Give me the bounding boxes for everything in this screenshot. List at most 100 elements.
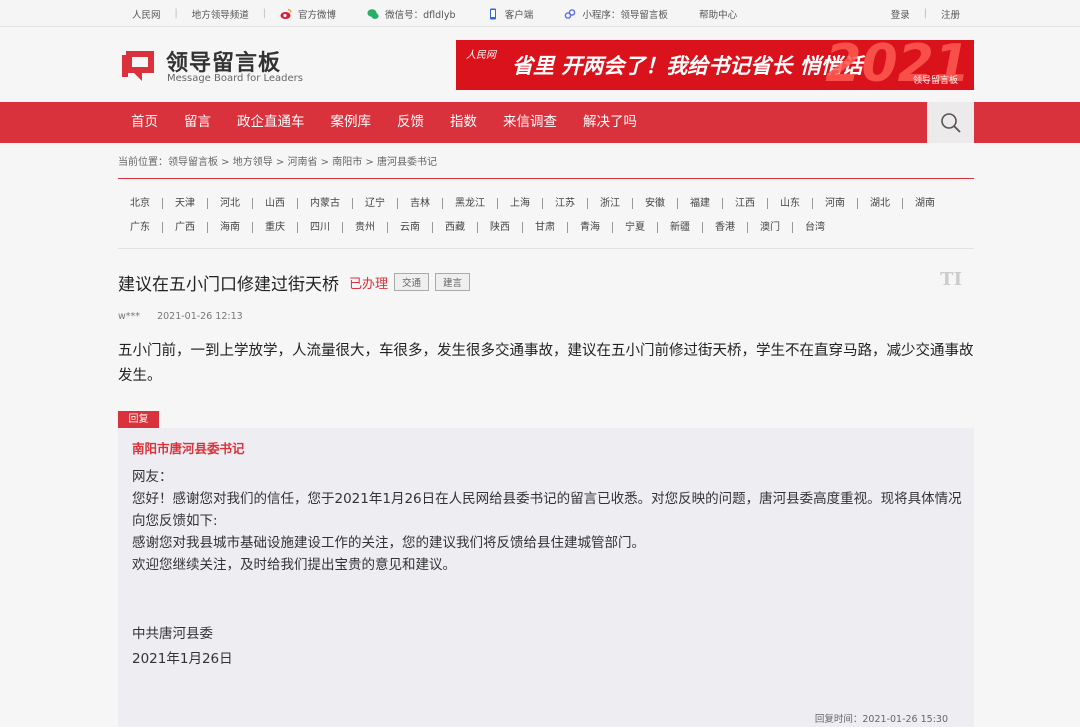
region-item[interactable]: 河南: [812, 197, 857, 209]
message-body: 五小门前，一到上学放学，人流量很大，车很多，发生很多交通事故，建议在五小门前修过…: [118, 343, 974, 384]
message-meta: w*** 2021-01-26 12:13: [118, 311, 243, 322]
region-item[interactable]: 香港: [702, 221, 747, 233]
main-nav: 首页 留言 政企直通车 案例库 反馈 指数 来信调查 解决了吗: [0, 102, 1080, 143]
region-item[interactable]: 陕西: [477, 221, 522, 233]
region-item[interactable]: 湖南: [902, 197, 947, 209]
login-link[interactable]: 登录: [891, 7, 910, 21]
reply-signature: 中共唐河县委 2021年1月26日: [132, 622, 233, 672]
region-item[interactable]: 新疆: [657, 221, 702, 233]
post-time: 2021-01-26 12:13: [157, 311, 243, 322]
region-item[interactable]: 福建: [677, 197, 722, 209]
banner-source: 人民网: [466, 50, 496, 61]
region-item[interactable]: 山东: [767, 197, 812, 209]
message-title: 建议在五小门口修建过街天桥: [118, 274, 339, 295]
type-tag[interactable]: 建言: [435, 273, 471, 291]
wechat-icon: [367, 8, 379, 19]
divider: |: [262, 8, 266, 19]
region-item[interactable]: 山西: [252, 197, 297, 209]
region-item[interactable]: 辽宁: [352, 197, 397, 209]
reply-line: 网友：: [132, 469, 173, 485]
region-item[interactable]: 重庆: [252, 221, 297, 233]
promo-banner[interactable]: 人民网 省里 开两会了！我给书记省长 悄悄话 2021 领导留言板: [456, 40, 974, 90]
link-wechat[interactable]: 微信号：dfldlyb: [385, 7, 455, 21]
breadcrumb[interactable]: 当前位置：领导留言板 > 地方领导 > 河南省 > 南阳市 > 唐河县委书记: [118, 153, 437, 168]
reply-from: 南阳市唐河县委书记: [132, 441, 245, 456]
region-item[interactable]: 吉林: [397, 197, 442, 209]
nav-item-enterprise[interactable]: 政企直通车: [224, 102, 318, 143]
reply-label: 回复: [118, 411, 159, 428]
region-item[interactable]: 西藏: [432, 221, 477, 233]
category-tag[interactable]: 交通: [394, 273, 430, 291]
region-item[interactable]: 上海: [497, 197, 542, 209]
top-bar-links: 人民网 | 地方领导频道 | 官方微博 | 微信号：dfldlyb | 客户端 …: [132, 0, 737, 27]
region-row: 广东 广西 海南 重庆 四川 贵州 云南 西藏 陕西 甘肃 青海 宁夏 新疆 香…: [118, 215, 974, 239]
reply-line: 欢迎您继续关注，及时给我们提出宝贵的意见和建议。: [132, 557, 456, 573]
link-help[interactable]: 帮助中心: [699, 7, 737, 21]
region-item[interactable]: 江苏: [542, 197, 587, 209]
link-weibo[interactable]: 官方微博: [298, 7, 336, 21]
register-link[interactable]: 注册: [941, 7, 960, 21]
logo-subtitle: Message Board for Leaders: [167, 73, 304, 84]
divider: |: [923, 8, 927, 19]
reply-box: 南阳市唐河县委书记 网友： 您好！感谢您对我们的信任，您于2021年1月26日在…: [118, 428, 974, 727]
top-bar: 人民网 | 地方领导频道 | 官方微博 | 微信号：dfldlyb | 客户端 …: [0, 0, 1080, 27]
region-item[interactable]: 浙江: [587, 197, 632, 209]
site-logo[interactable]: 领导留言板 Message Board for Leaders: [120, 45, 310, 87]
region-item[interactable]: 河北: [207, 197, 252, 209]
region-item[interactable]: 湖北: [857, 197, 902, 209]
reply-time: 回复时间：2021-01-26 15:30: [814, 714, 948, 725]
banner-brand: 领导留言板: [912, 76, 958, 86]
region-item[interactable]: 四川: [297, 221, 342, 233]
link-local-leaders[interactable]: 地方领导频道: [192, 7, 249, 21]
region-list: 北京 天津 河北 山西 内蒙古 辽宁 吉林 黑龙江 上海 江苏 浙江 安徽 福建…: [118, 191, 974, 239]
region-item[interactable]: 澳门: [747, 221, 792, 233]
region-item[interactable]: 广东: [118, 222, 162, 233]
nav-items: 首页 留言 政企直通车 案例库 反馈 指数 来信调查 解决了吗: [118, 102, 650, 143]
nav-item-message[interactable]: 留言: [171, 102, 224, 143]
region-item[interactable]: 青海: [567, 221, 612, 233]
top-bar-account: 登录 | 注册: [891, 0, 960, 27]
reply-text: 网友： 您好！感谢您对我们的信任，您于2021年1月26日在人民网给县委书记的留…: [132, 466, 962, 576]
banner-text: 省里 开两会了！我给书记省长 悄悄话: [512, 54, 863, 78]
region-item[interactable]: 江西: [722, 197, 767, 209]
author: w***: [118, 311, 141, 322]
region-item[interactable]: 宁夏: [612, 221, 657, 233]
region-item[interactable]: 广西: [162, 221, 207, 233]
nav-item-home[interactable]: 首页: [118, 102, 171, 143]
header: 领导留言板 Message Board for Leaders 人民网 省里 开…: [0, 27, 1080, 102]
link-app[interactable]: 客户端: [505, 7, 534, 21]
region-item[interactable]: 北京: [118, 198, 162, 209]
sign-org: 中共唐河县委: [132, 626, 213, 642]
nav-item-solved[interactable]: 解决了吗: [570, 102, 650, 143]
region-item[interactable]: 台湾: [792, 221, 837, 233]
mini-program-icon: [565, 8, 576, 19]
nav-item-feedback[interactable]: 反馈: [384, 102, 437, 143]
link-mini-program[interactable]: 小程序：领导留言板: [582, 7, 668, 21]
divider: [118, 248, 974, 249]
nav-item-cases[interactable]: 案例库: [318, 102, 385, 143]
nav-item-index[interactable]: 指数: [437, 102, 490, 143]
weibo-icon: [280, 8, 292, 19]
region-item[interactable]: 海南: [207, 221, 252, 233]
region-item[interactable]: 甘肃: [522, 221, 567, 233]
region-item[interactable]: 内蒙古: [297, 197, 352, 209]
nav-item-survey[interactable]: 来信调查: [490, 102, 570, 143]
message-header: 建议在五小门口修建过街天桥 已办理 交通 建言: [118, 269, 471, 295]
region-item[interactable]: 安徽: [632, 197, 677, 209]
status-badge: 已办理: [349, 276, 389, 292]
region-item[interactable]: 天津: [162, 197, 207, 209]
link-people-daily[interactable]: 人民网: [132, 7, 161, 21]
search-icon: [940, 112, 961, 133]
search-button[interactable]: [927, 102, 974, 143]
reply-line: 感谢您对我县城市基础设施建设工作的关注，您的建议我们将反馈给县住建城管部门。: [132, 535, 645, 551]
region-item[interactable]: 云南: [387, 221, 432, 233]
font-size-icon[interactable]: TI: [940, 269, 962, 290]
main-content: 当前位置：领导留言板 > 地方领导 > 河南省 > 南阳市 > 唐河县委书记 北…: [118, 143, 974, 727]
region-item[interactable]: 黑龙江: [442, 197, 497, 209]
logo-mark-icon: [122, 51, 154, 81]
region-item[interactable]: 贵州: [342, 221, 387, 233]
divider: [118, 178, 974, 179]
sign-date: 2021年1月26日: [132, 651, 233, 667]
reply-line: 您好！感谢您对我们的信任，您于2021年1月26日在人民网给县委书记的留言已收悉…: [132, 491, 962, 529]
mobile-app-icon: [489, 8, 496, 19]
